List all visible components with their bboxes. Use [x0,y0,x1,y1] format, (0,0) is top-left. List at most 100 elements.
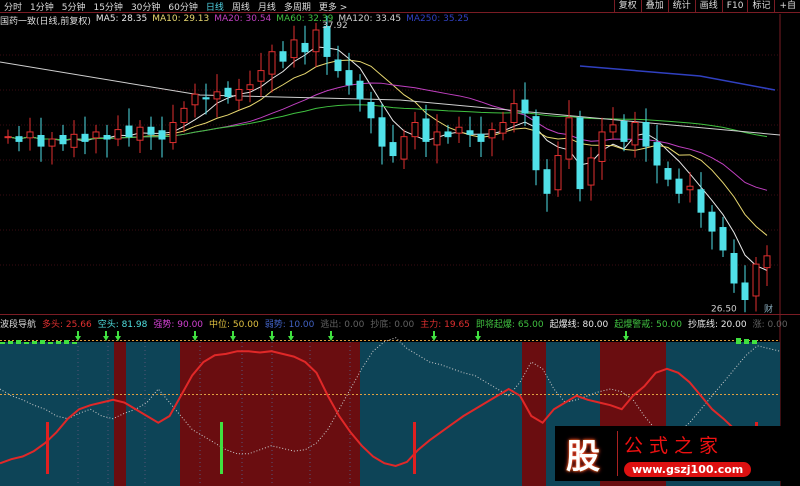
watermark-name: 公式之家 [624,434,725,457]
candle-body [147,126,155,135]
candle-body [367,101,375,119]
indicator-legend: 涨: 0.00 [752,320,788,330]
ma250-line [579,65,776,91]
candle-body [554,155,562,191]
candle-body [213,91,221,100]
candle-body [191,93,199,106]
panel-divider [0,314,800,315]
watermark-url: www.gszj100.com [624,461,752,477]
indicator-legend: 逃出: 0.00 [320,320,365,330]
candle-body [532,116,540,171]
candle-body [719,227,727,251]
candle-body [114,129,122,140]
candle-body [290,39,298,59]
candle-body [202,97,210,100]
signal-bar [46,422,49,474]
candle-body [664,168,672,180]
indicator-legend: 中位: 50.00 [209,320,259,330]
momentum-bar [24,342,29,344]
momentum-bar [8,341,13,344]
candle-body [15,136,23,142]
candle-body [224,87,232,98]
candle-body [697,189,705,213]
candle-body [653,142,661,166]
momentum-bar [64,340,69,344]
indicator-title: 波段导航 [0,320,37,330]
candle-body [301,42,309,53]
candle-body [70,133,78,148]
indicator-legend: 强势: 90.00 [153,320,204,330]
trend-band [126,342,180,486]
candle-body [125,125,133,138]
trend-band [522,342,546,486]
candle-body [488,129,496,139]
indicator-legend: 即将起爆: 65.00 [475,320,544,330]
candle-body [257,70,265,82]
momentum-bar [56,341,61,344]
candle-body [158,130,166,140]
candle-body [675,178,683,194]
candle-body [411,122,419,138]
candle-body [763,255,771,269]
candle-body [730,252,738,284]
candle-body [26,131,34,139]
watermark: 股 公式之家 www.gszj100.com [555,426,783,481]
candle-body [246,84,254,90]
candle-body [334,59,342,72]
candle-body [268,51,276,75]
candle-body [92,131,100,139]
candle-body [433,131,441,146]
trend-band [0,342,114,486]
momentum-bar [16,340,21,344]
candle-body [686,185,694,191]
candle-body [741,282,749,301]
trend-band [360,342,522,486]
signal-bar [220,422,223,474]
candle-body [708,211,716,232]
kline-chart[interactable]: 37.9226.50 财 [0,0,800,486]
candle-body [466,130,474,135]
candle-body [752,263,760,297]
candle-body [631,122,639,146]
trend-band [114,342,126,486]
candle-body [477,133,485,142]
candle-body [609,124,617,133]
indicator-legend: 主力: 19.65 [420,320,470,330]
indicator-legend: 抄底: 0.00 [370,320,415,330]
candle-body [378,117,386,147]
momentum-bar [744,339,749,344]
signal-bar [413,422,416,474]
momentum-bar [0,342,5,344]
momentum-bar [752,340,757,344]
candle-body [543,169,551,194]
candle-body [521,99,529,114]
momentum-bar [72,342,77,344]
indicator-legend: 起爆警戒: 50.00 [614,320,682,330]
candle-body [103,134,111,140]
candle-body [455,126,463,134]
candle-body [59,134,67,145]
candle-body [136,126,144,141]
candle-body [169,122,177,144]
candle-body [48,138,56,147]
candle-body [499,122,507,134]
candle-body [444,131,452,138]
candle-body [510,103,518,124]
candle-body [642,122,650,147]
candle-body [345,70,353,86]
momentum-bar [48,342,53,344]
buy-arrow-icon [230,336,236,341]
candle-body [235,88,243,101]
momentum-bar [736,338,741,344]
indicator-legend: 空头: 81.98 [97,320,148,330]
ma10-line [7,59,768,236]
candle-body [576,117,584,190]
low-price-label: 26.50 [711,305,737,315]
candle-body [400,136,408,160]
indicator-legend: 弱势: 10.00 [264,320,315,330]
momentum-bar [40,340,45,344]
candle-body [312,29,320,53]
momentum-bar [32,341,37,344]
ma60-line [7,104,768,141]
candle-body [587,157,595,186]
